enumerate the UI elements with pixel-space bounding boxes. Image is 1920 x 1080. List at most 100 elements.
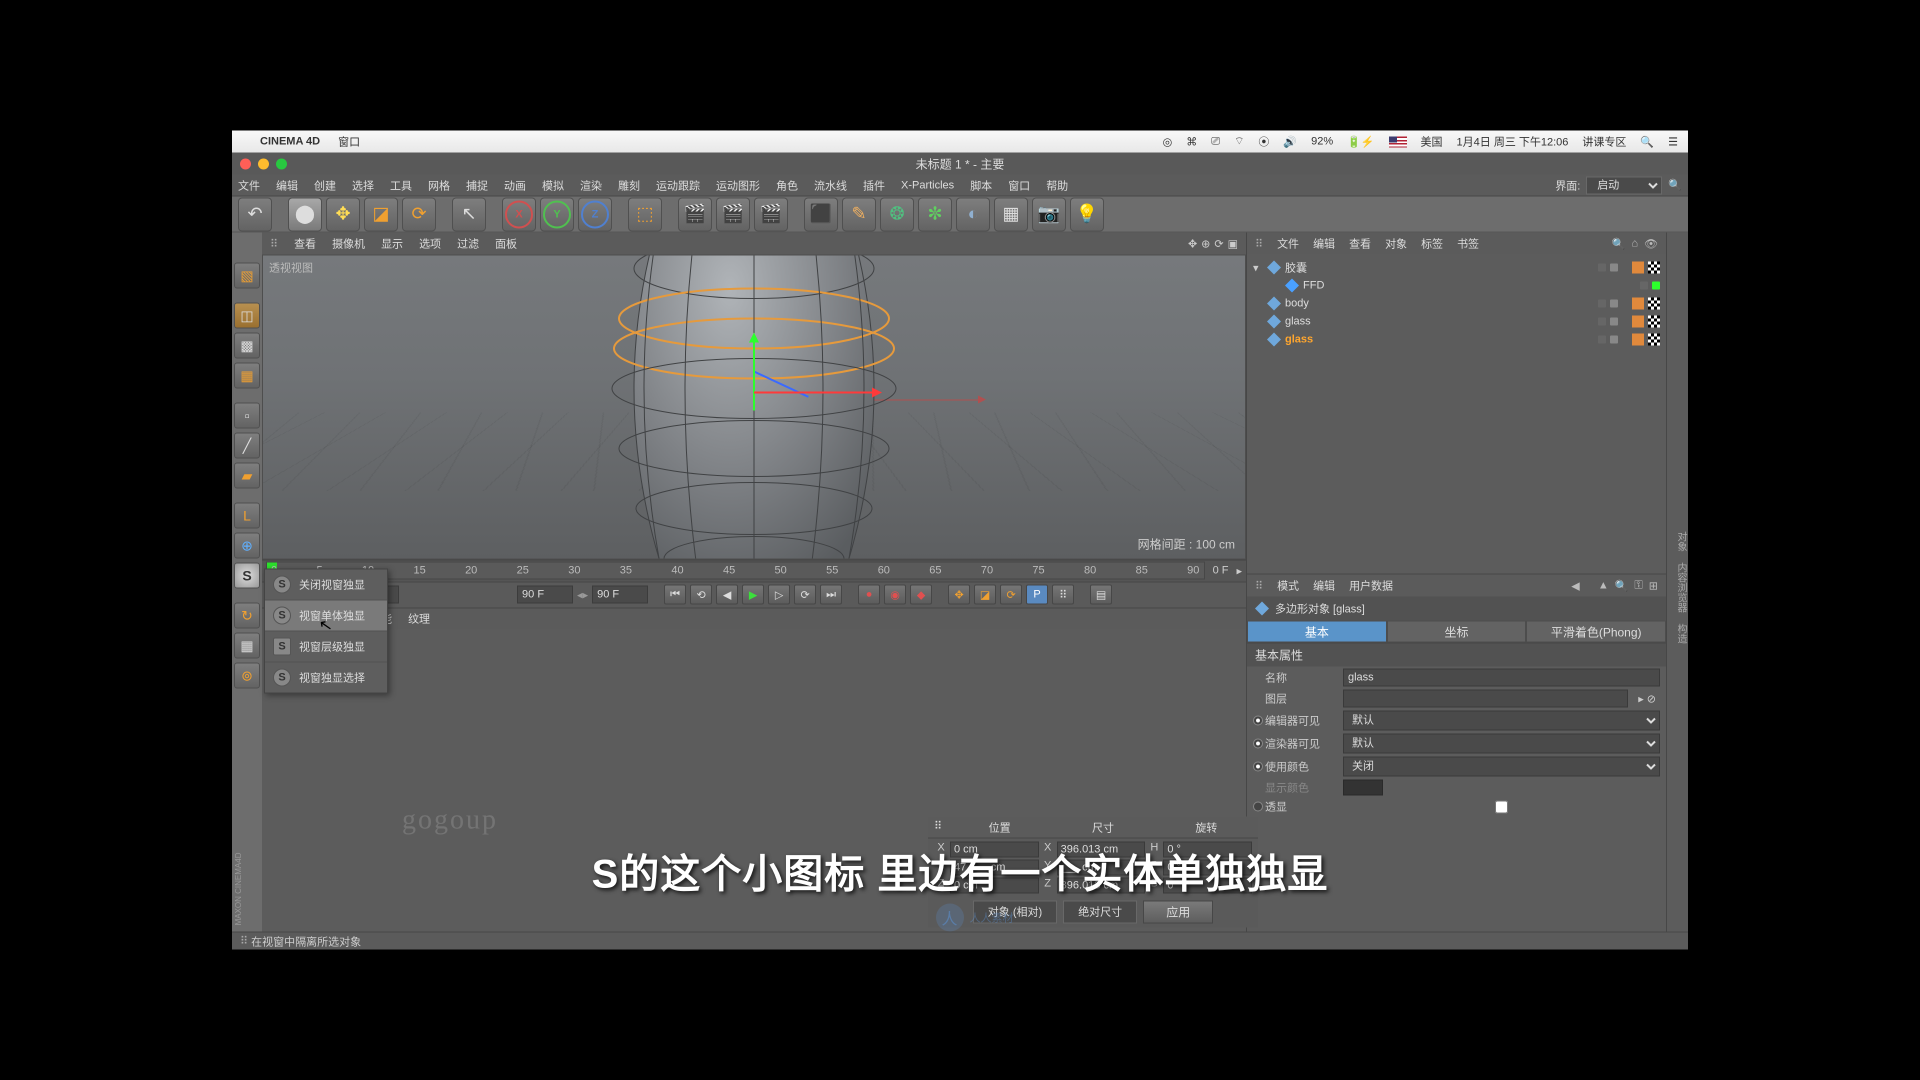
camera-button[interactable]: ▦ <box>994 197 1028 231</box>
light-button[interactable]: 📷 <box>1032 197 1066 231</box>
poly-mode-button[interactable]: ▰ <box>234 463 260 489</box>
vp-nav-icon[interactable]: ▣ <box>1228 237 1238 250</box>
om-menu-view[interactable]: 查看 <box>1349 236 1371 252</box>
primitive-cube-button[interactable]: ⬛ <box>804 197 838 231</box>
om-search-icon[interactable]: 🔍 <box>1612 237 1626 250</box>
om-eye-icon[interactable]: 👁 <box>1644 237 1658 250</box>
workplane-mode-button[interactable]: ▦ <box>234 363 260 389</box>
coord-system-toggle[interactable]: ⬚ <box>628 197 662 231</box>
mac-menu-window[interactable]: 窗口 <box>338 134 360 150</box>
edge-mode-button[interactable]: ╱ <box>234 433 260 459</box>
attr-layer-input[interactable] <box>1343 690 1628 708</box>
gizmo-y-axis[interactable] <box>753 340 755 410</box>
om-menu-bookmarks[interactable]: 书签 <box>1457 236 1479 252</box>
menu-sculpt[interactable]: 雕刻 <box>618 177 640 193</box>
om-row-glass1[interactable]: glass <box>1253 313 1660 331</box>
flyout-item-hier-solo[interactable]: S 视窗层级独显 <box>265 632 387 663</box>
deformer-button[interactable]: ✼ <box>918 197 952 231</box>
om-home-icon[interactable]: ⌂ <box>1631 237 1638 250</box>
menu-xparticles[interactable]: X-Particles <box>901 179 954 191</box>
tab-basic[interactable]: 基本 <box>1247 621 1387 643</box>
menu-tools[interactable]: 工具 <box>390 177 412 193</box>
om-row-body[interactable]: body <box>1253 295 1660 313</box>
make-editable-button[interactable]: ▧ <box>234 263 260 289</box>
model-mode-button[interactable]: ◫ <box>234 303 260 329</box>
tweak-button[interactable]: ↻ <box>234 603 260 629</box>
attr-color-swatch[interactable] <box>1343 780 1383 796</box>
om-menu-edit[interactable]: 编辑 <box>1313 236 1335 252</box>
tag-icon[interactable] <box>1632 316 1644 328</box>
recent-tool[interactable]: ↖ <box>452 197 486 231</box>
zoom-window-button[interactable] <box>276 158 287 169</box>
minimize-window-button[interactable] <box>258 158 269 169</box>
attr-more-icon[interactable]: ⊞ <box>1649 579 1658 592</box>
menu-script[interactable]: 脚本 <box>970 177 992 193</box>
y-axis-toggle[interactable]: Y <box>540 197 574 231</box>
vp-menu-panel[interactable]: 面板 <box>495 236 517 252</box>
tag-icon[interactable] <box>1648 262 1660 274</box>
menu-mesh[interactable]: 网格 <box>428 177 450 193</box>
menu-motiontrack[interactable]: 运动跟踪 <box>656 177 700 193</box>
attr-search-icon[interactable]: 🔍 <box>1615 579 1629 592</box>
perspective-viewport[interactable]: 透视视图 <box>262 255 1246 560</box>
live-select-tool[interactable]: ⬤ <box>288 197 322 231</box>
attr-trans-checkbox[interactable] <box>1343 800 1660 813</box>
om-row-capsule[interactable]: ▾ 胶囊 <box>1253 259 1660 277</box>
tag-icon[interactable] <box>1648 334 1660 346</box>
flyout-item-close-solo[interactable]: S 关闭视窗独显 <box>265 570 387 601</box>
menu-snap[interactable]: 捕捉 <box>466 177 488 193</box>
om-row-ffd[interactable]: FFD <box>1253 277 1660 295</box>
coord-apply-button[interactable]: 应用 <box>1143 901 1213 924</box>
spline-pen-button[interactable]: ✎ <box>842 197 876 231</box>
environment-button[interactable]: ◐ <box>956 197 990 231</box>
record-button[interactable]: ● <box>858 585 880 605</box>
menu-window[interactable]: 窗口 <box>1008 177 1030 193</box>
x-axis-toggle[interactable]: X <box>502 197 536 231</box>
om-menu-file[interactable]: 文件 <box>1277 236 1299 252</box>
z-axis-toggle[interactable]: Z <box>578 197 612 231</box>
key-pla-button[interactable]: ⠿ <box>1052 585 1074 605</box>
vp-menu-options[interactable]: 选项 <box>419 236 441 252</box>
key-pos-button[interactable]: ✥ <box>948 585 970 605</box>
key-param-button[interactable]: P <box>1026 585 1048 605</box>
menu-pipeline[interactable]: 流水线 <box>814 177 847 193</box>
tag-icon[interactable] <box>1632 262 1644 274</box>
undo-button[interactable]: ↶ <box>238 197 272 231</box>
menu-render[interactable]: 渲染 <box>580 177 602 193</box>
tag-icon[interactable] <box>1632 298 1644 310</box>
play-button[interactable]: ▶ <box>742 585 764 605</box>
scale-tool[interactable]: ◪ <box>364 197 398 231</box>
close-window-button[interactable] <box>240 158 251 169</box>
vp-menu-camera[interactable]: 摄像机 <box>332 236 365 252</box>
render-pv-button[interactable]: 🎬 <box>716 197 750 231</box>
tag-icon[interactable] <box>1648 316 1660 328</box>
goto-start-button[interactable]: ⏮ <box>664 585 686 605</box>
menu-animate[interactable]: 动画 <box>504 177 526 193</box>
timeline-ruler[interactable]: 0510 152025 303540 455055 606570 758085 … <box>262 559 1246 581</box>
keyframe-button[interactable]: ◆ <box>910 585 932 605</box>
menu-mograph[interactable]: 运动图形 <box>716 177 760 193</box>
spotlight-icon[interactable]: 🔍 <box>1640 135 1654 148</box>
option-button[interactable]: ▤ <box>1090 585 1112 605</box>
next-key-button[interactable]: ⟳ <box>794 585 816 605</box>
generator-button[interactable]: ❂ <box>880 197 914 231</box>
search-icon[interactable]: 🔍 <box>1668 179 1682 192</box>
axis-mod-button[interactable]: ⊕ <box>234 533 260 559</box>
right-dock[interactable]: 对象 内容浏览器 构造 <box>1666 233 1688 932</box>
next-frame-button[interactable]: ▷ <box>768 585 790 605</box>
attr-rvis-select[interactable]: 默认 <box>1343 734 1660 754</box>
menu-plugins[interactable]: 插件 <box>863 177 885 193</box>
vp-menu-filter[interactable]: 过滤 <box>457 236 479 252</box>
render-settings-button[interactable]: 🎬 <box>754 197 788 231</box>
attr-menu-mode[interactable]: 模式 <box>1277 578 1299 594</box>
menu-help[interactable]: 帮助 <box>1046 177 1068 193</box>
mat-menu-tex[interactable]: 纹理 <box>408 611 430 627</box>
coord-mode2-select[interactable]: 绝对尺寸 <box>1063 901 1137 924</box>
tab-coord[interactable]: 坐标 <box>1387 621 1527 643</box>
vp-nav-icon[interactable]: ⊕ <box>1201 237 1210 250</box>
tag-icon[interactable] <box>1648 298 1660 310</box>
prev-key-button[interactable]: ⟲ <box>690 585 712 605</box>
rotate-tool[interactable]: ⟳ <box>402 197 436 231</box>
flyout-item-sel-solo[interactable]: S 视窗独显选择 <box>265 663 387 693</box>
menu-character[interactable]: 角色 <box>776 177 798 193</box>
